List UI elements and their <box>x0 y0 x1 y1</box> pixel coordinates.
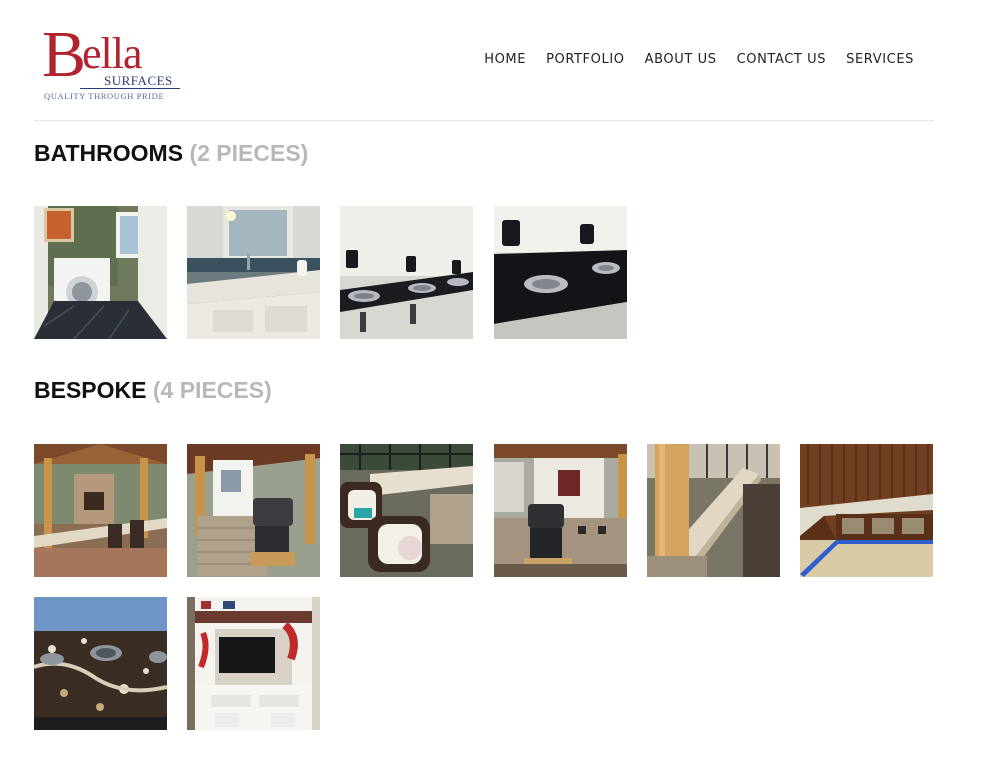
photo-granite-bar-post <box>647 444 780 577</box>
nav-home[interactable]: HOME <box>474 52 536 68</box>
section-count: (2 PIECES) <box>189 140 309 166</box>
gallery-thumb[interactable] <box>187 206 320 339</box>
photo-granite-cutouts <box>34 597 167 730</box>
nav-contact-us[interactable]: CONTACT US <box>727 52 837 68</box>
gallery-thumb[interactable] <box>800 444 933 577</box>
photo-entertainment-center <box>187 597 320 730</box>
nav-portfolio[interactable]: PORTFOLIO <box>536 52 635 68</box>
photo-laundry-room <box>34 206 167 339</box>
gallery-thumb[interactable] <box>34 206 167 339</box>
section-title-bathrooms: BATHROOMS (2 PIECES) <box>34 140 308 166</box>
section-count: (4 PIECES) <box>152 377 272 403</box>
section-name: BATHROOMS <box>34 140 184 166</box>
section-title-bespoke: BESPOKE (4 PIECES) <box>34 377 272 403</box>
gallery-thumb[interactable] <box>34 444 167 577</box>
gallery-thumb[interactable] <box>187 444 320 577</box>
nav-services[interactable]: SERVICES <box>836 52 924 68</box>
main-nav: HOME PORTFOLIO ABOUT US CONTACT US SERVI… <box>474 52 924 68</box>
gallery-thumb[interactable] <box>340 444 473 577</box>
photo-wood-bench-granite <box>800 444 933 577</box>
site-header: B ella SURFACES QUALITY THROUGH PRIDE HO… <box>34 0 934 121</box>
gallery-thumb[interactable] <box>34 597 167 730</box>
logo-subtitle: SURFACES <box>104 73 173 88</box>
gallery-thumb[interactable] <box>647 444 780 577</box>
logo-wordmark: ella <box>82 29 143 78</box>
photo-black-granite-sinks <box>340 206 473 339</box>
photo-pool-house-grill <box>494 444 627 577</box>
photo-black-granite-counter <box>494 206 627 339</box>
logo-tagline: QUALITY THROUGH PRIDE <box>44 91 165 101</box>
photo-outdoor-bar-pergola <box>34 444 167 577</box>
section-name: BESPOKE <box>34 377 147 403</box>
gallery-thumb[interactable] <box>187 597 320 730</box>
gallery-thumb[interactable] <box>340 206 473 339</box>
bella-surfaces-logo[interactable]: B ella SURFACES QUALITY THROUGH PRIDE <box>42 22 188 104</box>
photo-bathroom-vanity <box>187 206 320 339</box>
logo-rule <box>80 88 180 89</box>
photo-patio-seating <box>340 444 473 577</box>
nav-about-us[interactable]: ABOUT US <box>635 52 727 68</box>
logo-initial: B <box>42 18 86 91</box>
photo-outdoor-kitchen-grill <box>187 444 320 577</box>
gallery-thumb[interactable] <box>494 206 627 339</box>
gallery-thumb[interactable] <box>494 444 627 577</box>
